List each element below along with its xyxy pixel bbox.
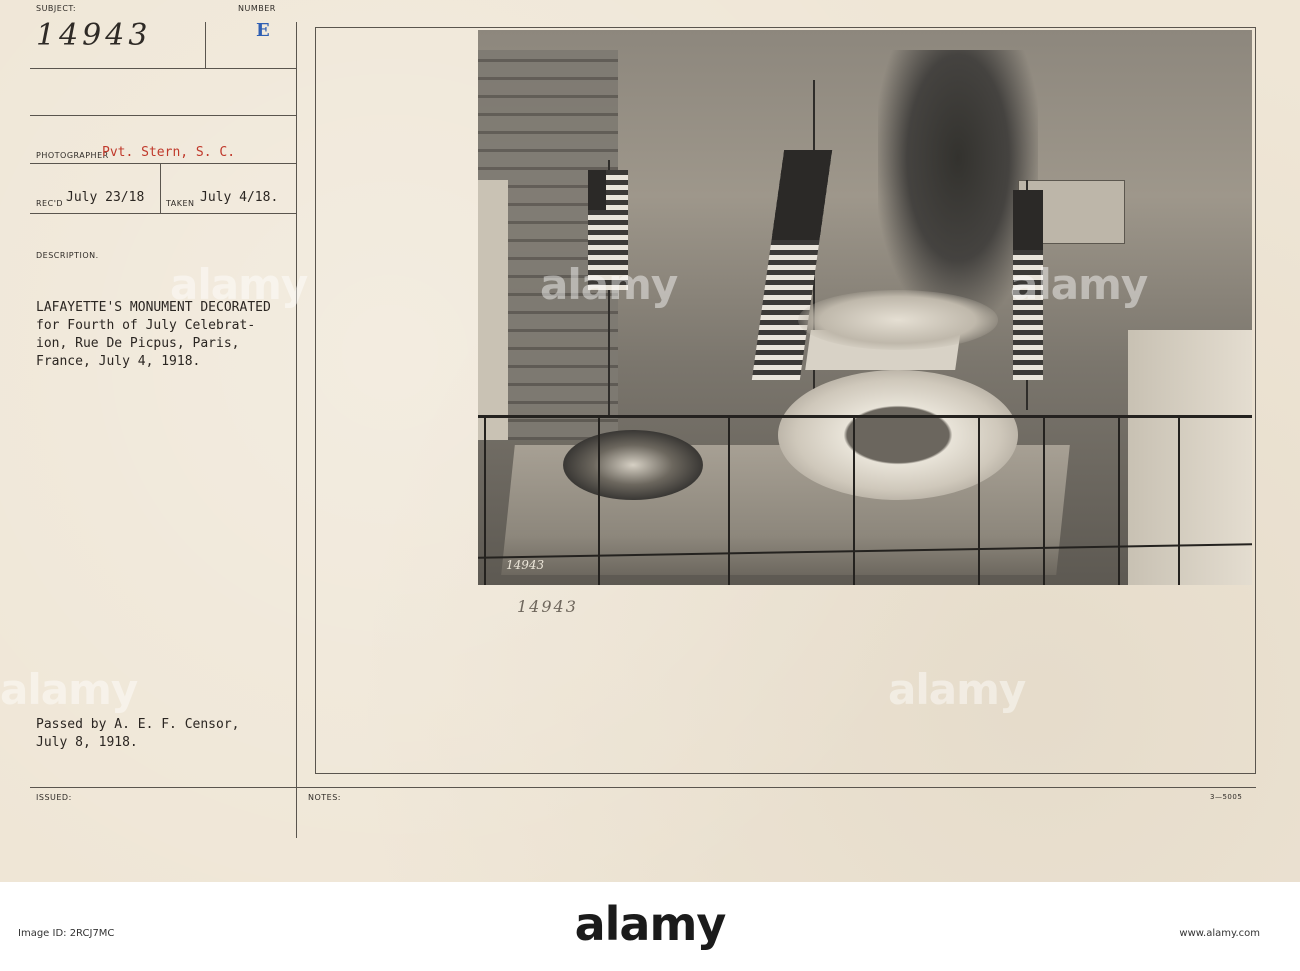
photographer-value: Pvt. Stern, S. C. xyxy=(102,145,236,160)
photo-negative-number: 14943 xyxy=(506,558,545,572)
row-rule-2 xyxy=(30,115,296,116)
archive-card: SUBJECT: 14943 NUMBER E PHOTOGRAPHER Pvt… xyxy=(0,0,1300,882)
alamy-logo: alamy xyxy=(574,897,727,951)
number-value: E xyxy=(256,20,270,41)
photo-pillar xyxy=(478,180,508,440)
watermark-ghost: alamy xyxy=(888,665,1026,714)
fence-post xyxy=(853,415,855,585)
photo-frame-top xyxy=(315,27,1255,28)
censor-line: July 8, 1918. xyxy=(36,735,138,750)
photo-small-wreath xyxy=(563,430,703,500)
photo-flowers xyxy=(798,290,998,350)
description-line: France, July 4, 1918. xyxy=(36,354,201,369)
watermark-ghost: alamy xyxy=(540,260,678,309)
subject-value: 14943 xyxy=(36,18,152,53)
photo-frame-left xyxy=(315,27,316,773)
left-column-rule xyxy=(296,22,297,838)
fence-post xyxy=(728,415,730,585)
photo-frame-right xyxy=(1255,27,1256,773)
subject-number-divider xyxy=(205,22,206,68)
recd-label: REC'D xyxy=(36,199,64,208)
site-url: www.alamy.com xyxy=(1179,928,1260,939)
description-label: DESCRIPTION. xyxy=(36,251,99,260)
watermark-ghost: alamy xyxy=(0,665,138,714)
recd-value: July 23/18 xyxy=(66,190,145,205)
censor-line: Passed by A. E. F. Censor, xyxy=(36,717,240,732)
watermark-ghost: alamy xyxy=(1010,260,1148,309)
description-line: for Fourth of July Celebrat- xyxy=(36,318,256,333)
fence-rail xyxy=(478,415,1252,418)
number-label: NUMBER xyxy=(238,4,276,13)
row-rule-4 xyxy=(30,213,296,214)
fence-post xyxy=(978,415,980,585)
handwritten-number: 14943 xyxy=(517,597,578,616)
photo-wreath xyxy=(778,370,1018,500)
issued-label: ISSUED: xyxy=(36,793,72,802)
form-code: 3—5005 xyxy=(1210,793,1243,801)
fence-post xyxy=(484,415,486,585)
row-rule-1 xyxy=(30,68,296,69)
row-rule-3 xyxy=(30,163,296,164)
fence-post xyxy=(598,415,600,585)
bottom-row-rule xyxy=(30,787,1256,788)
fence-post xyxy=(1178,415,1180,585)
image-id: Image ID: 2RCJ7MC xyxy=(18,928,115,939)
recd-taken-divider xyxy=(160,163,161,213)
taken-label: TAKEN xyxy=(166,199,195,208)
watermark-ghost: alamy xyxy=(170,260,308,309)
taken-value: July 4/18. xyxy=(200,190,279,205)
photo-frame-bottom xyxy=(315,773,1256,774)
subject-label: SUBJECT: xyxy=(36,4,77,13)
description-line: ion, Rue De Picpus, Paris, xyxy=(36,336,240,351)
notes-label: NOTES: xyxy=(308,793,341,802)
fence-post xyxy=(1118,415,1120,585)
photographer-label: PHOTOGRAPHER xyxy=(36,151,109,160)
fence-post xyxy=(1043,415,1045,585)
